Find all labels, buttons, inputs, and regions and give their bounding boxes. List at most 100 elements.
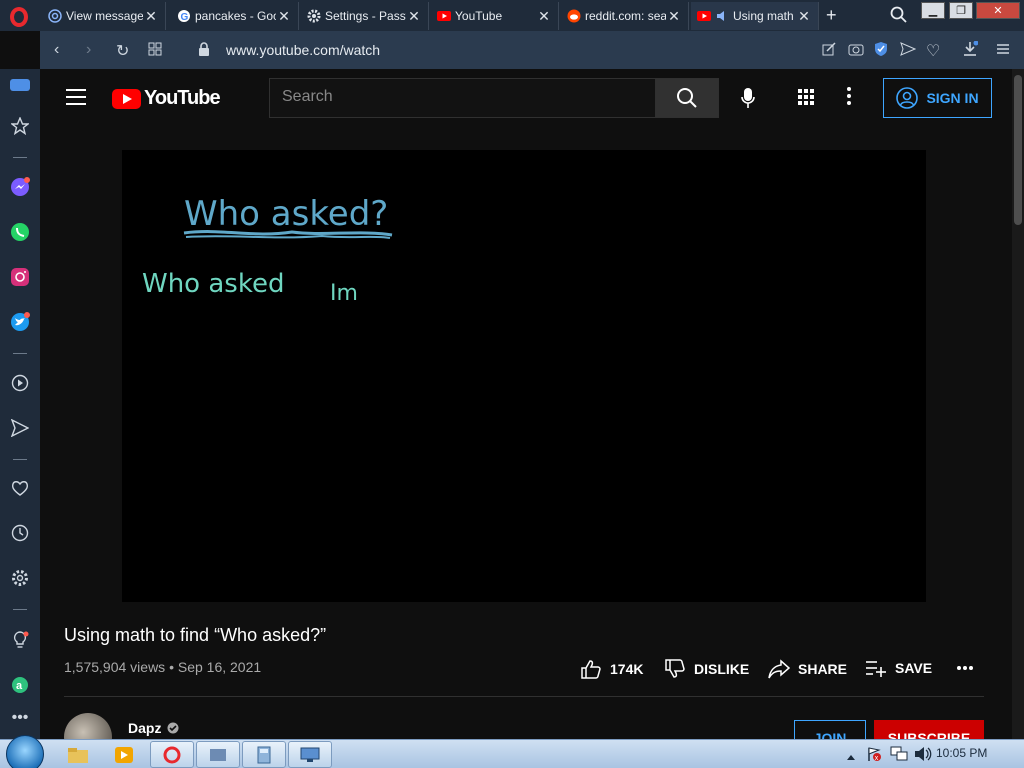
search-icon bbox=[677, 88, 697, 108]
settings-more-icon[interactable] bbox=[846, 86, 852, 111]
apps-grid-icon[interactable] bbox=[797, 88, 815, 111]
action-center-icon[interactable]: x bbox=[866, 746, 882, 767]
subscribe-button[interactable]: SUBSCRIBE bbox=[874, 720, 984, 739]
scrollbar-thumb[interactable] bbox=[1014, 75, 1022, 225]
twitter-icon[interactable] bbox=[10, 312, 30, 332]
tab-label: View message bbox=[66, 9, 143, 23]
at-icon bbox=[48, 9, 62, 23]
lock-icon[interactable] bbox=[198, 42, 210, 61]
sidebar-divider bbox=[13, 459, 27, 460]
section-divider bbox=[64, 696, 984, 697]
mic-icon[interactable] bbox=[735, 85, 761, 111]
gear-icon[interactable] bbox=[10, 568, 30, 588]
page-scrollbar[interactable] bbox=[1012, 69, 1024, 739]
video-player[interactable]: Who asked? Who asked Im bbox=[122, 150, 926, 602]
back-icon[interactable]: ‹ bbox=[54, 41, 59, 59]
join-button[interactable]: JOIN bbox=[794, 720, 866, 739]
opera-logo-icon[interactable] bbox=[10, 7, 28, 27]
svg-text:a: a bbox=[16, 680, 23, 692]
tab-youtube[interactable]: YouTube ✕ bbox=[431, 2, 559, 30]
shield-icon[interactable] bbox=[874, 41, 888, 62]
player-icon[interactable] bbox=[10, 373, 30, 393]
send-icon[interactable] bbox=[10, 418, 30, 438]
dislike-button[interactable]: DISLIKE bbox=[664, 659, 749, 679]
edit-icon[interactable] bbox=[822, 42, 836, 61]
forward-icon[interactable]: › bbox=[86, 41, 91, 59]
close-icon[interactable]: ✕ bbox=[666, 8, 682, 25]
tray-expand-icon[interactable] bbox=[846, 748, 856, 766]
reload-icon[interactable]: ↻ bbox=[116, 41, 129, 61]
start-button[interactable] bbox=[6, 735, 44, 768]
minimize-button[interactable]: ▁ bbox=[921, 2, 945, 19]
calculator-taskbar-icon[interactable] bbox=[242, 741, 286, 768]
history-icon[interactable] bbox=[10, 523, 30, 543]
close-icon[interactable]: ✕ bbox=[276, 8, 292, 25]
lightbulb-icon[interactable] bbox=[10, 630, 30, 650]
new-tab-button[interactable]: + bbox=[826, 5, 837, 26]
star-icon[interactable] bbox=[10, 116, 30, 136]
workspace-icon[interactable] bbox=[10, 75, 30, 95]
more-icon[interactable]: ••• bbox=[10, 708, 30, 728]
youtube-play-icon bbox=[112, 88, 141, 109]
like-button[interactable]: 174K bbox=[580, 659, 643, 679]
messenger-icon[interactable] bbox=[10, 177, 30, 197]
sidebar-divider bbox=[13, 609, 27, 610]
tab-pancakes[interactable]: G pancakes - Goo ✕ bbox=[171, 2, 299, 30]
channel-name-link[interactable]: Dapz bbox=[128, 720, 179, 736]
close-icon[interactable]: ✕ bbox=[143, 8, 159, 25]
camera-icon[interactable] bbox=[848, 42, 864, 61]
tab-reddit[interactable]: reddit.com: sea ✕ bbox=[561, 2, 689, 30]
explorer-icon[interactable] bbox=[56, 741, 100, 768]
video-text-heading: Who asked? bbox=[184, 194, 388, 234]
taskbar-clock[interactable]: 10:05 PM bbox=[936, 746, 987, 760]
search-button[interactable] bbox=[655, 78, 719, 118]
sign-in-label: SIGN IN bbox=[926, 90, 979, 106]
save-button[interactable]: SAVE bbox=[865, 659, 932, 677]
tab-label: Settings - Passw bbox=[325, 9, 406, 23]
heart-icon[interactable]: ♡ bbox=[926, 41, 940, 61]
volume-icon[interactable] bbox=[914, 746, 932, 767]
download-icon[interactable] bbox=[962, 40, 979, 62]
speed-dial-icon[interactable] bbox=[148, 42, 162, 61]
youtube-page: YouTube Search SIGN IN Who asked? Who as… bbox=[40, 69, 1012, 739]
search-input[interactable]: Search bbox=[269, 78, 656, 118]
remote-desktop-taskbar-icon[interactable] bbox=[288, 741, 332, 768]
maximize-button[interactable]: ❐ bbox=[949, 2, 973, 19]
easy-setup-icon[interactable] bbox=[996, 42, 1010, 61]
network-icon[interactable] bbox=[890, 746, 908, 767]
tab-using-math[interactable]: Using math ✕ bbox=[691, 2, 819, 30]
heart-icon[interactable] bbox=[10, 478, 30, 498]
send-icon[interactable] bbox=[900, 42, 917, 61]
instagram-icon[interactable] bbox=[10, 267, 30, 287]
close-icon[interactable]: ✕ bbox=[796, 8, 812, 25]
svg-text:G: G bbox=[181, 12, 189, 23]
share-button[interactable]: SHARE bbox=[768, 659, 847, 679]
menu-icon[interactable] bbox=[66, 89, 86, 105]
more-actions-icon[interactable] bbox=[956, 665, 974, 671]
google-icon: G bbox=[177, 9, 191, 23]
aria-icon[interactable]: a bbox=[10, 675, 30, 695]
close-icon[interactable]: ✕ bbox=[536, 8, 552, 25]
dislike-label: DISLIKE bbox=[694, 661, 750, 677]
media-player-icon[interactable] bbox=[102, 741, 146, 768]
tab-settings[interactable]: Settings - Passw ✕ bbox=[301, 2, 429, 30]
tab-view-message[interactable]: View message ✕ bbox=[42, 2, 166, 30]
channel-avatar[interactable] bbox=[64, 713, 112, 739]
whatsapp-icon[interactable] bbox=[10, 222, 30, 242]
youtube-logo-text: YouTube bbox=[144, 87, 221, 109]
speaker-icon[interactable] bbox=[715, 9, 729, 23]
thumbs-down-icon bbox=[665, 659, 685, 678]
youtube-logo[interactable]: YouTube bbox=[112, 87, 221, 110]
search-tabs-icon[interactable] bbox=[890, 6, 908, 29]
opera-taskbar-icon[interactable] bbox=[150, 741, 194, 768]
tab-label: pancakes - Goo bbox=[195, 9, 276, 23]
url-field[interactable]: www.youtube.com/watch bbox=[226, 42, 380, 58]
close-window-button[interactable]: ✕ bbox=[976, 2, 1020, 19]
app-taskbar-icon[interactable] bbox=[196, 741, 240, 768]
svg-text:x: x bbox=[875, 755, 879, 762]
sign-in-button[interactable]: SIGN IN bbox=[883, 78, 992, 118]
tab-label: reddit.com: sea bbox=[585, 9, 666, 23]
opera-sidebar: a ••• bbox=[0, 69, 40, 739]
windows-taskbar: x 10:05 PM bbox=[0, 735, 1024, 768]
close-icon[interactable]: ✕ bbox=[406, 8, 422, 25]
